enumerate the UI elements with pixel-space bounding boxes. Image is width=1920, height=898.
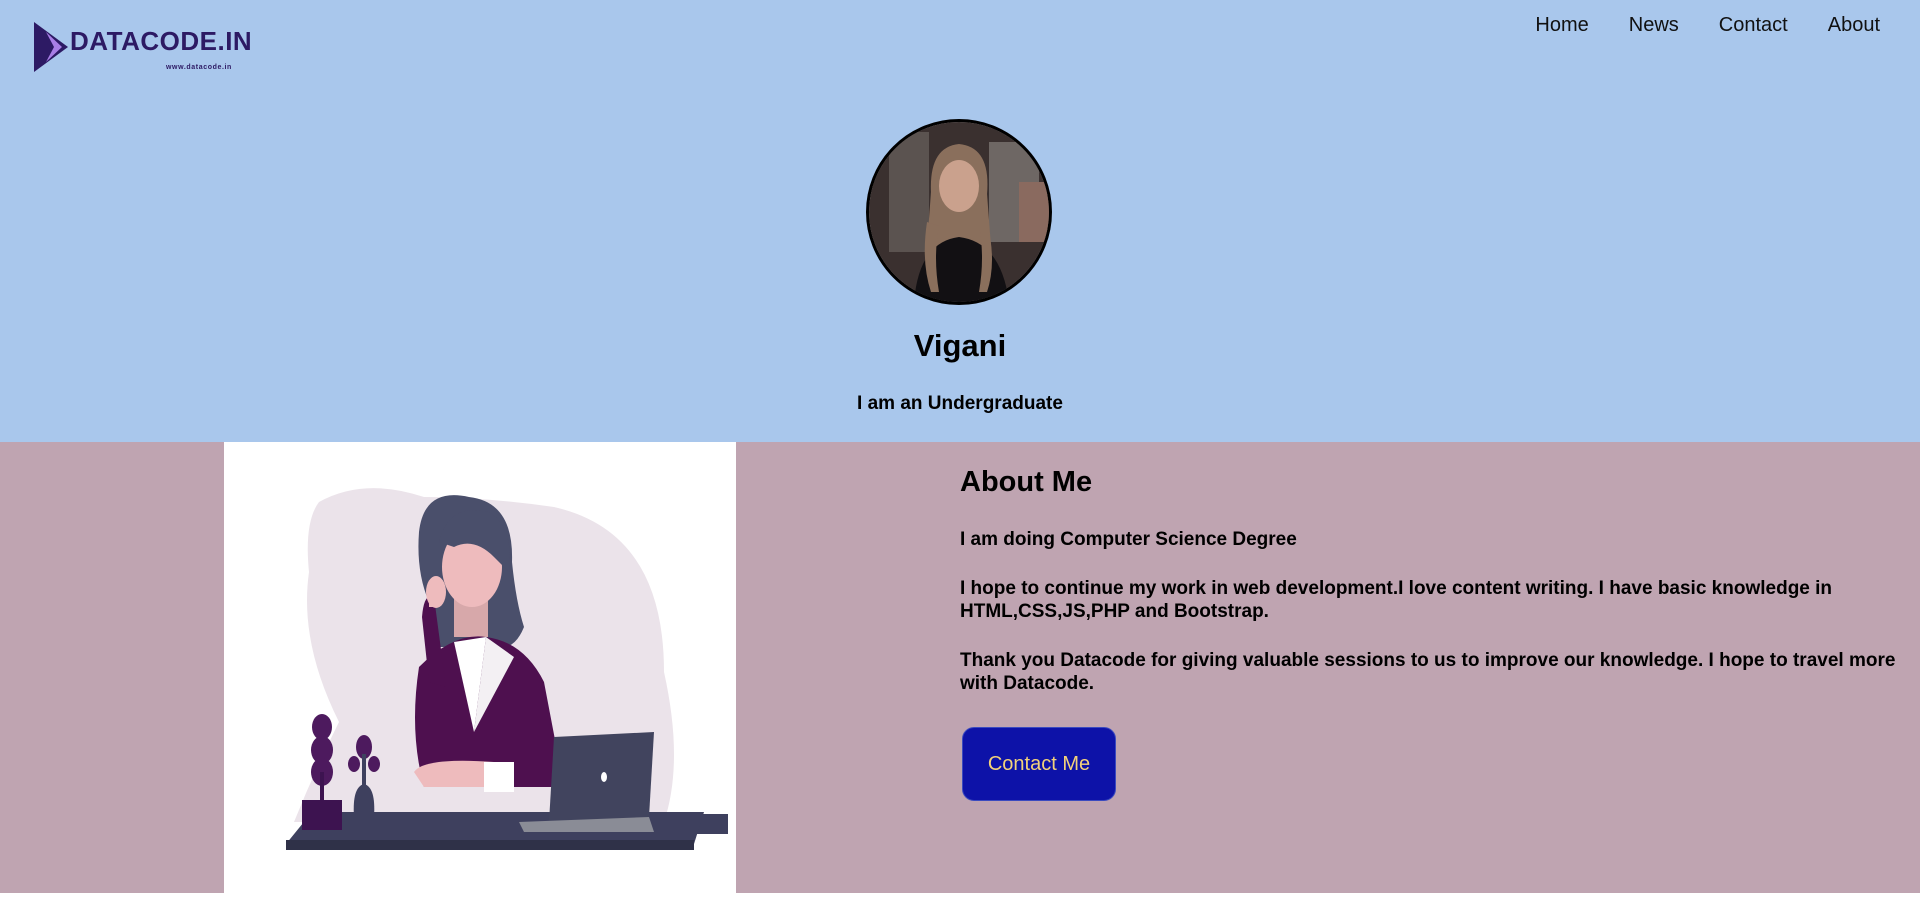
woman-at-laptop-illustration <box>224 442 736 893</box>
profile-name: Vigani <box>913 328 1007 363</box>
nav-contact[interactable]: Contact <box>1699 14 1808 37</box>
datacode-logo-icon <box>34 22 68 72</box>
profile-photo <box>869 122 1049 302</box>
about-title: About Me <box>960 466 1093 498</box>
main-nav: Home News Contact About <box>1515 14 1900 37</box>
nav-about[interactable]: About <box>1808 14 1900 37</box>
nav-home[interactable]: Home <box>1515 14 1608 37</box>
profile-tagline: I am an Undergraduate <box>857 393 1063 414</box>
about-paragraph-degree: I am doing Computer Science Degree <box>960 529 1297 550</box>
logo-url: www.datacode.in <box>166 64 232 71</box>
hero-section: DATACODE.IN www.datacode.in Home News Co… <box>0 0 1920 442</box>
logo-text: DATACODE.IN <box>70 26 253 56</box>
illustration-graphic <box>286 488 728 850</box>
nav-news[interactable]: News <box>1609 14 1699 37</box>
profile-avatar <box>866 119 1052 305</box>
contact-me-button[interactable]: Contact Me <box>962 727 1116 801</box>
datacode-logo[interactable]: DATACODE.IN www.datacode.in <box>32 18 252 76</box>
about-paragraph-thanks: Thank you Datacode for giving valuable s… <box>960 650 1896 694</box>
about-section: About Me I am doing Computer Science Deg… <box>0 442 1920 893</box>
about-paragraph-skills: I hope to continue my work in web develo… <box>960 578 1833 622</box>
